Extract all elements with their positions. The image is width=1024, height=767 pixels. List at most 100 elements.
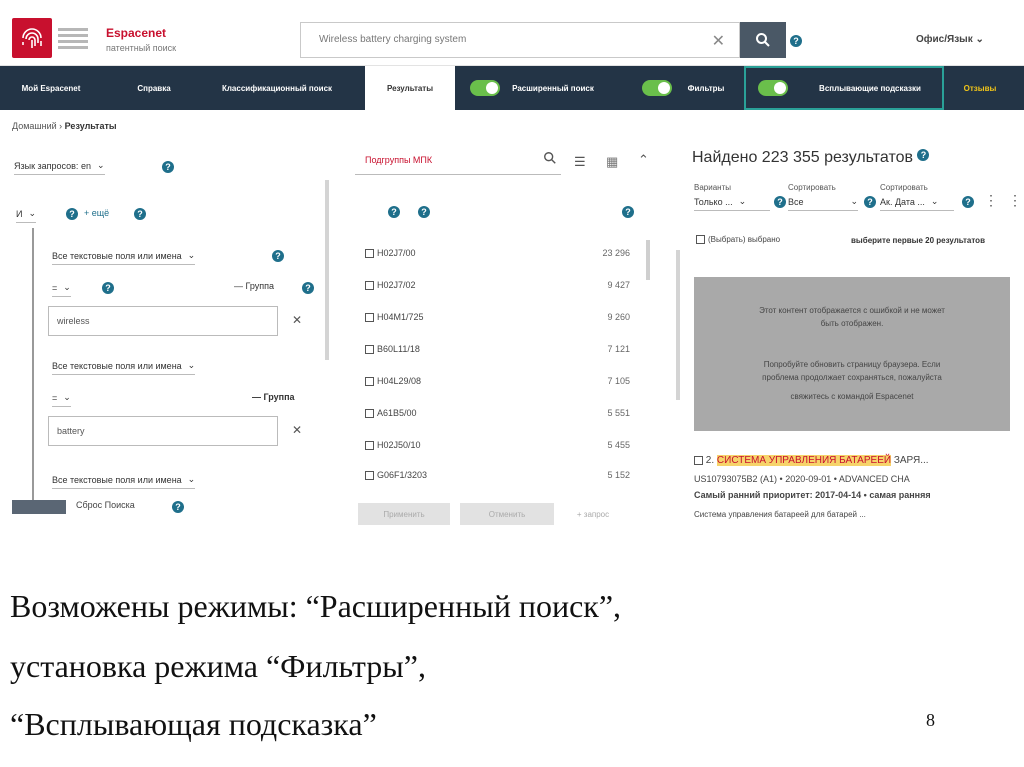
query-field-value: wireless bbox=[57, 316, 90, 326]
list-item[interactable]: H04M1/725 9 260 bbox=[365, 312, 630, 334]
query-field-1[interactable]: wireless bbox=[48, 306, 278, 336]
reset-search-bar[interactable] bbox=[12, 500, 66, 514]
grid-view-icon[interactable]: ▦ bbox=[606, 154, 618, 170]
nav-my-espacenet[interactable]: Мой Espacenet bbox=[20, 66, 82, 110]
filter-2-select[interactable]: Все ⌄ bbox=[788, 196, 858, 211]
advanced-search-toggle[interactable] bbox=[470, 80, 500, 96]
filter-2-value: Все bbox=[788, 196, 804, 207]
remove-field-icon[interactable]: ✕ bbox=[292, 423, 302, 437]
select-first-link[interactable]: выберите первые 20 результатов bbox=[848, 234, 988, 247]
help-icon[interactable]: ? bbox=[790, 35, 802, 47]
help-icon[interactable]: ? bbox=[162, 161, 174, 173]
comparison-select-1[interactable]: = ⌄ bbox=[52, 282, 71, 297]
checkbox[interactable] bbox=[365, 345, 374, 355]
result-title[interactable]: 2. СИСТЕМА УПРАВЛЕНИЯ БАТАРЕЕЙ ЗАРЯ... bbox=[694, 455, 929, 466]
checkbox[interactable] bbox=[365, 409, 374, 419]
more-options-icon[interactable]: ⋮ bbox=[1008, 192, 1022, 209]
group-divider bbox=[32, 228, 34, 500]
list-item[interactable]: H04L29/08 7 105 bbox=[365, 376, 630, 398]
help-icon[interactable]: ? bbox=[388, 206, 400, 218]
checkbox[interactable] bbox=[365, 249, 374, 259]
field-type-select-1[interactable]: Все текстовые поля или имена ⌄ bbox=[52, 250, 196, 265]
list-item[interactable]: H02J7/02 9 427 bbox=[365, 280, 630, 302]
help-icon[interactable]: ? bbox=[102, 282, 114, 294]
ipc-count: 5 455 bbox=[607, 440, 630, 450]
result-meta: US10793075B2 (A1) • 2020-09-01 • ADVANCE… bbox=[694, 474, 910, 484]
ipc-code: H02J50/10 bbox=[377, 440, 421, 450]
nav-results[interactable]: Результаты bbox=[365, 66, 455, 110]
help-icon[interactable]: ? bbox=[134, 208, 146, 220]
help-icon[interactable]: ? bbox=[66, 208, 78, 220]
group-label-1[interactable]: — Группа bbox=[234, 281, 274, 291]
clear-icon[interactable]: ✕ bbox=[712, 31, 725, 51]
search-button[interactable] bbox=[740, 22, 786, 58]
nav-classification-search[interactable]: Классификационный поиск bbox=[212, 66, 342, 110]
field-type-select-2[interactable]: Все текстовые поля или имена ⌄ bbox=[52, 360, 196, 375]
nav-feedback[interactable]: Отзывы bbox=[946, 66, 1014, 110]
help-icon[interactable]: ? bbox=[774, 196, 786, 208]
language-selector[interactable]: Офис/Язык ⌄ bbox=[916, 34, 984, 45]
add-more-link[interactable]: + ещё bbox=[84, 208, 109, 218]
chevron-down-icon: ⌄ bbox=[850, 196, 858, 206]
tooltips-highlight bbox=[744, 66, 944, 110]
checkbox[interactable] bbox=[365, 313, 374, 323]
nav-help[interactable]: Справка bbox=[124, 66, 184, 110]
operator-select[interactable]: И ⌄ bbox=[16, 208, 37, 223]
more-options-icon[interactable]: ⋮ bbox=[984, 192, 998, 209]
reset-search-label[interactable]: Сброс Поиска bbox=[76, 500, 135, 510]
filters-toggle[interactable] bbox=[642, 80, 672, 96]
field-type-select-3[interactable]: Все текстовые поля или имена ⌄ bbox=[52, 474, 196, 489]
list-item[interactable]: B60L11/18 7 121 bbox=[365, 344, 630, 366]
checkbox[interactable] bbox=[696, 235, 705, 245]
checkbox[interactable] bbox=[694, 455, 703, 465]
checkbox[interactable] bbox=[365, 471, 374, 481]
caption-line-3: “Всплывающая подсказка” bbox=[10, 706, 377, 742]
filter-1-select[interactable]: Только ... ⌄ bbox=[694, 196, 770, 211]
ipc-filter-input[interactable]: Подгруппы МПК bbox=[355, 145, 561, 175]
help-icon[interactable]: ? bbox=[302, 282, 314, 294]
ipc-filter-placeholder: Подгруппы МПК bbox=[365, 155, 433, 165]
group-label-2[interactable]: — Группа bbox=[252, 392, 295, 402]
filter-3-select[interactable]: Ак. Дата ... ⌄ bbox=[880, 196, 954, 211]
cancel-button[interactable]: Отменить bbox=[460, 503, 554, 525]
chevron-down-icon: ⌄ bbox=[28, 208, 37, 218]
query-language-select[interactable]: Язык запросов: en ⌄ bbox=[14, 160, 105, 175]
help-icon[interactable]: ? bbox=[917, 149, 930, 161]
list-item[interactable]: H02J50/10 5 455 bbox=[365, 440, 630, 462]
espacenet-logo[interactable] bbox=[12, 18, 94, 58]
select-all-label: (Выбрать) выбрано bbox=[708, 235, 781, 244]
help-icon[interactable]: ? bbox=[622, 206, 634, 218]
checkbox[interactable] bbox=[365, 377, 374, 387]
error-line: Попробуйте обновить страницу браузера. Е… bbox=[763, 360, 941, 369]
left-scrollbar[interactable] bbox=[325, 180, 329, 360]
ipc-count: 23 296 bbox=[602, 248, 630, 258]
search-input[interactable]: Wireless battery charging system ✕ bbox=[300, 22, 740, 58]
list-item[interactable]: G06F1/3203 5 152 bbox=[365, 470, 630, 484]
query-field-2[interactable]: battery bbox=[48, 416, 278, 446]
comparison-select-2[interactable]: = ⌄ bbox=[52, 392, 71, 407]
nav-filters[interactable]: Фильтры bbox=[676, 66, 736, 110]
middle-scrollbar[interactable] bbox=[646, 240, 650, 280]
add-query-button[interactable]: + запрос bbox=[562, 503, 624, 525]
nav-advanced-search[interactable]: Расширенный поиск bbox=[508, 66, 598, 110]
remove-field-icon[interactable]: ✕ bbox=[292, 313, 302, 327]
help-icon[interactable]: ? bbox=[172, 501, 184, 513]
breadcrumb: Домашний › Результаты bbox=[12, 121, 117, 131]
help-icon[interactable]: ? bbox=[272, 250, 284, 262]
chevron-up-icon[interactable]: ⌃ bbox=[638, 152, 649, 168]
help-icon[interactable]: ? bbox=[864, 196, 876, 208]
select-all-checkbox[interactable]: (Выбрать) выбрано bbox=[696, 234, 786, 256]
list-view-icon[interactable]: ☰ bbox=[574, 154, 586, 170]
checkbox[interactable] bbox=[365, 441, 374, 451]
apply-button[interactable]: Применить bbox=[358, 503, 450, 525]
checkbox[interactable] bbox=[365, 281, 374, 291]
help-icon[interactable]: ? bbox=[418, 206, 430, 218]
operator-label: И bbox=[16, 208, 23, 219]
filter-1-label: Варианты bbox=[694, 183, 731, 192]
search-icon[interactable] bbox=[543, 151, 557, 165]
query-field-value: battery bbox=[57, 426, 85, 436]
help-icon[interactable]: ? bbox=[962, 196, 974, 208]
list-item[interactable]: A61B5/00 5 551 bbox=[365, 408, 630, 430]
list-item[interactable]: H02J7/00 23 296 bbox=[365, 248, 630, 270]
breadcrumb-home[interactable]: Домашний bbox=[12, 121, 57, 131]
